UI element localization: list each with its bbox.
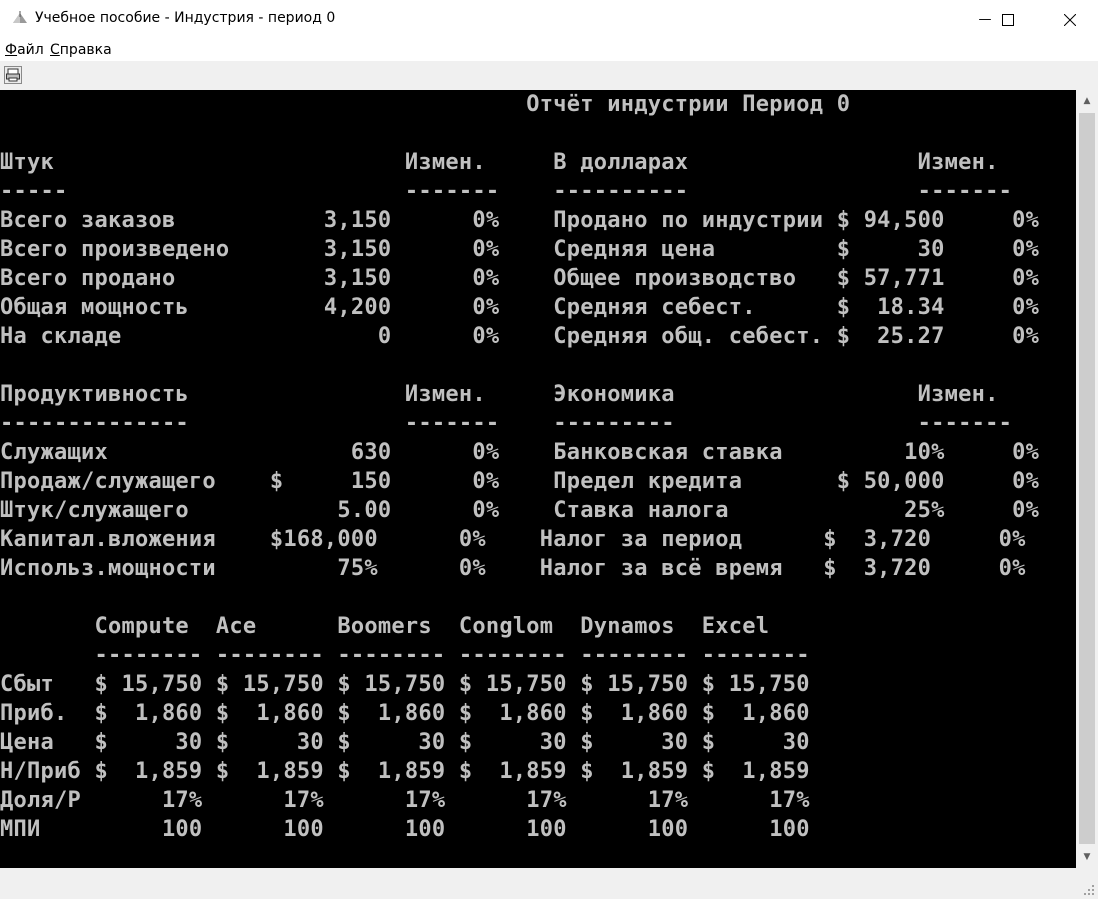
app-triangle-icon	[13, 11, 27, 23]
menu-bar: Файл Справка	[0, 39, 1098, 61]
menu-help-hotkey: С	[50, 42, 60, 58]
title-bar: Учебное пособие - Индустрия - период 0 —	[0, 0, 1098, 39]
console-line: Сбыт $ 15,750 $ 15,750 $ 15,750 $ 15,750…	[0, 672, 810, 697]
console-line: На складе 0 0% Средняя общ. себест. $ 25…	[0, 324, 1040, 349]
console-line: Цена $ 30 $ 30 $ 30 $ 30 $ 30 $ 30	[0, 730, 810, 755]
console-line: МПИ 100 100 100 100 100 100	[0, 817, 810, 842]
console-line: Штук/служащего 5.00 0% Ставка налога 25%…	[0, 498, 1040, 523]
console-line: Всего заказов 3,150 0% Продано по индуст…	[0, 208, 1040, 233]
scroll-up-arrow-icon: ▲	[1083, 96, 1091, 106]
toolbar	[0, 61, 1098, 90]
close-button[interactable]	[1042, 0, 1098, 39]
console-line: Капитал.вложения $168,000 0% Налог за пе…	[0, 527, 1026, 552]
close-icon	[1064, 13, 1076, 26]
menu-help-label: правка	[59, 42, 112, 58]
resize-grip-icon[interactable]	[1083, 884, 1095, 896]
menu-file[interactable]: Файл	[5, 42, 44, 58]
maximize-icon	[1002, 13, 1014, 26]
report-console: Отчёт индустрии Период 0 Штук Измен. В до…	[0, 90, 1076, 868]
scroll-up-button[interactable]: ▲	[1076, 90, 1098, 112]
console-line: Всего произведено 3,150 0% Средняя цена …	[0, 237, 1040, 262]
vertical-scrollbar[interactable]: ▲ ▼	[1076, 90, 1098, 868]
print-icon	[6, 68, 20, 82]
console-line: Использ.мощности 75% 0% Налог за всё вре…	[0, 556, 1026, 581]
console-line: Приб. $ 1,860 $ 1,860 $ 1,860 $ 1,860 $ …	[0, 701, 810, 726]
console-line: Н/Приб $ 1,859 $ 1,859 $ 1,859 $ 1,859 $…	[0, 759, 810, 784]
maximize-button[interactable]	[985, 0, 1031, 39]
console-line: Служащих 630 0% Банковская ставка 10% 0%	[0, 440, 1040, 465]
console-line: Продаж/служащего $ 150 0% Предел кредита…	[0, 469, 1040, 494]
status-bar	[0, 868, 1098, 899]
console-line: Compute Ace Boomers Conglom Dynamos Exce…	[0, 614, 770, 639]
menu-file-hotkey: Ф	[5, 42, 18, 58]
console-line: Всего продано 3,150 0% Общее производств…	[0, 266, 1040, 291]
console-line: -------------- ------- --------- -------	[0, 411, 1013, 436]
console-line: -------- -------- -------- -------- ----…	[0, 643, 810, 668]
scroll-down-button[interactable]: ▼	[1076, 846, 1098, 868]
console-line: Отчёт индустрии Период 0	[0, 92, 851, 117]
scroll-thumb[interactable]	[1079, 113, 1095, 844]
console-line: Продуктивность Измен. Экономика Измен.	[0, 382, 999, 407]
menu-file-label: айл	[17, 42, 44, 58]
window-title: Учебное пособие - Индустрия - период 0	[35, 10, 336, 26]
print-button[interactable]	[4, 66, 22, 84]
console-line: Штук Измен. В долларах Измен.	[0, 150, 999, 175]
scroll-down-arrow-icon: ▼	[1083, 852, 1091, 862]
console-line: Общая мощность 4,200 0% Средняя себест. …	[0, 295, 1040, 320]
console-line: Доля/Р 17% 17% 17% 17% 17% 17%	[0, 788, 810, 813]
menu-help[interactable]: Справка	[50, 42, 112, 58]
console-line: ----- ------- ---------- -------	[0, 179, 1013, 204]
